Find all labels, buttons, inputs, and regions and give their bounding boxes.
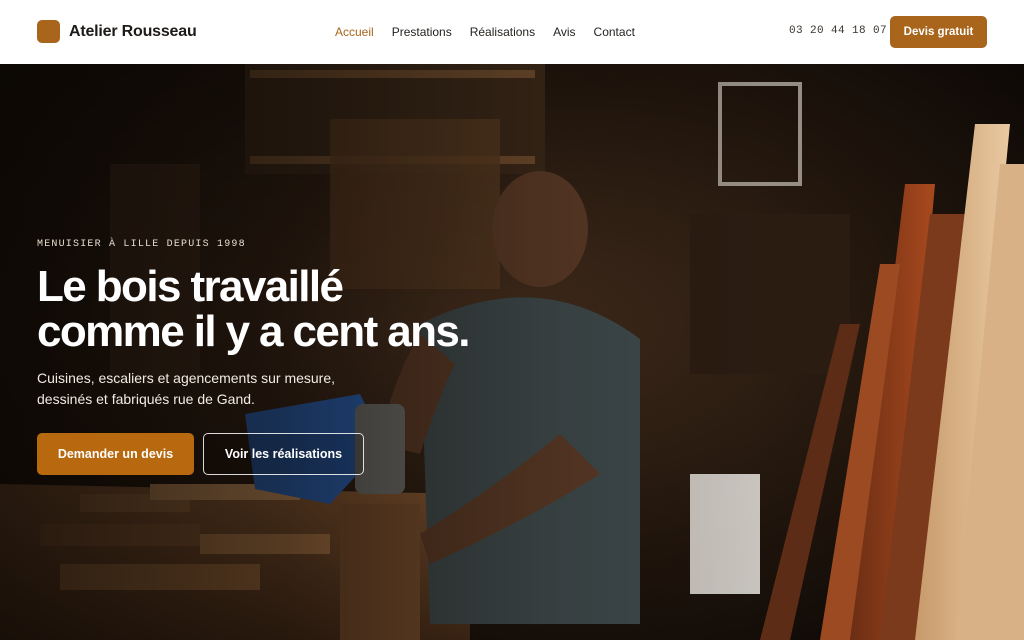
request-quote-button[interactable]: Demander un devis bbox=[37, 433, 194, 475]
nav-item-realisations[interactable]: Réalisations bbox=[470, 24, 535, 40]
brand-name: Atelier Rousseau bbox=[69, 22, 197, 40]
brand-logo-link[interactable]: Atelier Rousseau bbox=[37, 20, 197, 43]
nav-item-contact[interactable]: Contact bbox=[594, 24, 635, 40]
hero-section: MENUISIER À LILLE DEPUIS 1998 Le bois tr… bbox=[0, 64, 1024, 640]
hero-headline: Le bois travaillé comme il y a cent ans. bbox=[37, 264, 517, 354]
nav-item-prestations[interactable]: Prestations bbox=[392, 24, 452, 40]
main-nav: Accueil Prestations Réalisations Avis Co… bbox=[335, 24, 653, 40]
view-projects-button[interactable]: Voir les réalisations bbox=[203, 433, 364, 475]
nav-item-avis[interactable]: Avis bbox=[553, 24, 575, 40]
phone-link[interactable]: 03 20 44 18 07 bbox=[789, 25, 887, 37]
hero-subtitle: Cuisines, escaliers et agencements sur m… bbox=[37, 368, 367, 410]
square-logo-icon bbox=[37, 20, 60, 43]
hero-headline-line-2: comme il y a cent ans. bbox=[37, 307, 471, 356]
free-quote-button[interactable]: Devis gratuit bbox=[890, 16, 987, 48]
site-header: Atelier Rousseau Accueil Prestations Réa… bbox=[0, 0, 1024, 64]
hero-subtitle-line-1: Cuisines, escaliers et agencements sur m… bbox=[37, 370, 336, 386]
hero-subtitle-line-2: dessinés et fabriqués rue de Gand. bbox=[37, 391, 255, 407]
hero-headline-line-1: Le bois travaillé bbox=[37, 262, 344, 311]
hero-eyebrow: MENUISIER À LILLE DEPUIS 1998 bbox=[37, 239, 246, 250]
nav-item-accueil[interactable]: Accueil bbox=[335, 24, 374, 40]
